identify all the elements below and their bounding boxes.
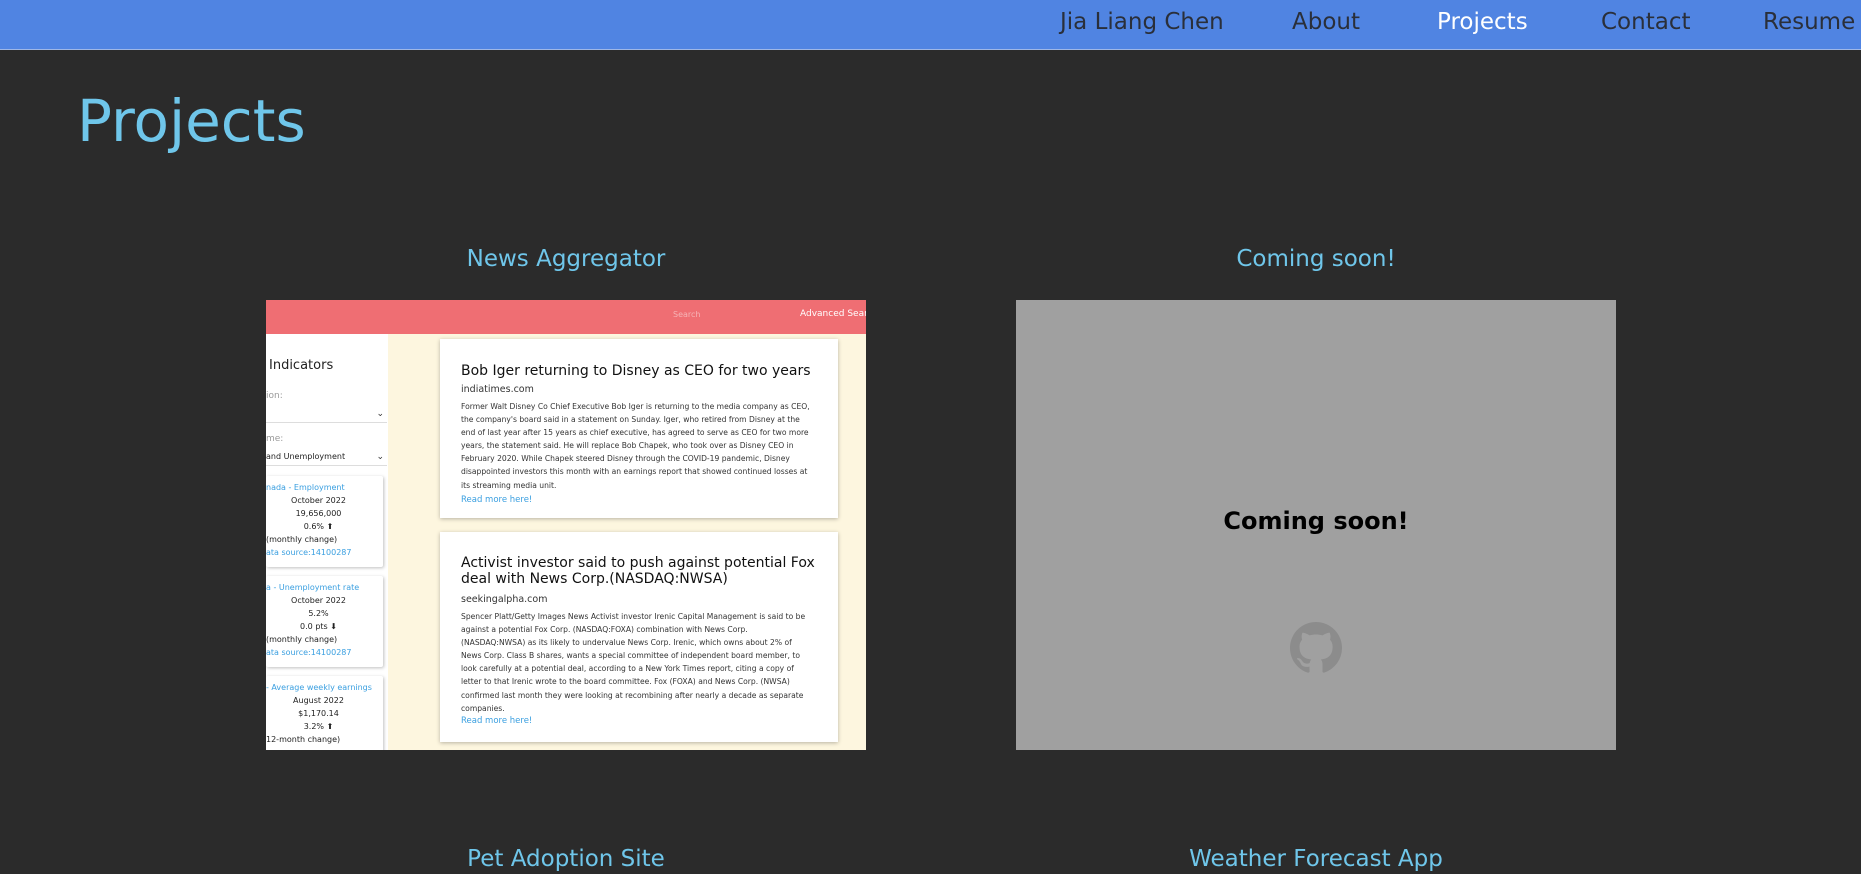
project-title-weather-forecast[interactable]: Weather Forecast App: [1016, 845, 1616, 873]
indicator-source: ata source:14100287: [266, 548, 352, 557]
nav-item-resume[interactable]: Resume: [1763, 8, 1855, 36]
article-source: indiatimes.com: [461, 384, 534, 395]
project-title-news-aggregator[interactable]: News Aggregator: [266, 245, 866, 273]
article-read-more-link: Read more here!: [461, 716, 533, 726]
article-line: (NASDAQ:NWSA) as its likely to undervalu…: [461, 638, 792, 648]
indicator-date: August 2022: [293, 696, 344, 705]
nav-item-home[interactable]: Jia Liang Chen: [1060, 8, 1224, 36]
article-source: seekingalpha.com: [461, 594, 548, 605]
nav-item-contact[interactable]: Contact: [1601, 8, 1690, 36]
indicator-change-note: (monthly change): [266, 535, 338, 544]
indicator-value: 5.2%: [308, 609, 329, 618]
article-line: its streaming media unit.: [461, 480, 557, 490]
page-title: Projects: [77, 87, 306, 155]
article-line: companies.: [461, 703, 505, 713]
preview-theme-select: and Unemployment ⌄: [266, 448, 387, 466]
article-line: Former Walt Disney Co Chief Executive Bo…: [461, 402, 810, 411]
preview-indicator-card: - Average weekly earnings August 2022 $1…: [266, 676, 383, 750]
article-line: against a potential Fox Corp. (NASDAQ:FO…: [461, 625, 748, 635]
preview-theme-label: me:: [266, 434, 284, 444]
github-icon[interactable]: [1290, 622, 1342, 674]
indicator-date: October 2022: [291, 596, 346, 605]
news-aggregator-preview[interactable]: Search Advanced Search Indicators ion: ⌄…: [266, 300, 866, 750]
indicator-value: 19,656,000: [295, 509, 342, 518]
article-summary: Spencer Platt/Getty Images News Activist…: [461, 610, 823, 715]
preview-indicator-card: a - Unemployment rate October 2022 5.2% …: [266, 576, 383, 667]
coming-soon-text: Coming soon!: [1223, 507, 1409, 535]
preview-search-placeholder: Search: [673, 310, 701, 319]
article-title: Bob Iger returning to Disney as CEO for …: [461, 363, 811, 379]
article-line: look carefully at a potential deal, acco…: [461, 664, 794, 674]
article-line: February 2020. While Chapek steered Disn…: [461, 454, 790, 464]
chevron-down-icon: ⌄: [376, 409, 384, 419]
indicator-change-note: 12-month change): [266, 735, 341, 744]
indicator-value: $1,170.14: [298, 709, 339, 718]
preview-advanced-search: Advanced Search: [800, 309, 866, 319]
indicator-name: - Average weekly earnings: [266, 683, 372, 692]
preview-theme-value: and Unemployment: [266, 452, 346, 461]
coming-soon-card[interactable]: Coming soon!: [1016, 300, 1616, 750]
indicator-change: 0.6% ⬆: [303, 522, 334, 531]
article-line: confirmed last month they were looking a…: [461, 690, 804, 700]
indicator-source: ata source:14100287: [266, 648, 352, 657]
article-line: the company's board said in a statement …: [461, 415, 800, 425]
indicator-name: a - Unemployment rate: [266, 583, 360, 592]
preview-article-card: Activist investor said to push against p…: [440, 532, 838, 742]
preview-sidebar-title: Indicators: [269, 358, 334, 373]
article-line: years, the statement said. He will repla…: [461, 441, 794, 451]
nav-item-projects[interactable]: Projects: [1437, 8, 1528, 36]
indicator-change: 0.0 pts ⬇: [300, 622, 337, 631]
indicator-change: 3.2% ⬆: [303, 722, 334, 731]
article-line: Spencer Platt/Getty Images News Activist…: [461, 612, 806, 621]
preview-sidebar: Indicators ion: ⌄ me: and Unemployment ⌄…: [266, 334, 388, 750]
article-line: disappointed investors this month with a…: [461, 467, 808, 477]
indicator-date: October 2022: [291, 496, 346, 505]
article-read-more-link: Read more here!: [461, 495, 533, 505]
nav-item-about[interactable]: About: [1292, 8, 1360, 36]
top-navbar: Jia Liang Chen About Projects Contact Re…: [0, 0, 1861, 50]
article-line: end of last year after 15 years as chief…: [461, 428, 809, 438]
article-title: Activist investor said to push against p…: [461, 555, 815, 587]
project-title-pet-adoption[interactable]: Pet Adoption Site: [266, 845, 866, 873]
preview-indicator-card: nada - Employment October 2022 19,656,00…: [266, 476, 383, 567]
indicator-name: nada - Employment: [266, 483, 345, 492]
preview-header: Search Advanced Search: [266, 300, 866, 334]
project-title-coming-soon[interactable]: Coming soon!: [1016, 245, 1616, 273]
indicator-change-note: (monthly change): [266, 635, 338, 644]
preview-region-label: ion:: [266, 391, 283, 401]
article-summary: Former Walt Disney Co Chief Executive Bo…: [461, 400, 823, 492]
preview-region-select: ⌄: [266, 405, 387, 423]
article-line: News Corp. Class B shares, wants a speci…: [461, 651, 800, 661]
preview-article-card: Bob Iger returning to Disney as CEO for …: [440, 339, 838, 518]
chevron-down-icon: ⌄: [376, 452, 384, 462]
article-line: letter to that Irenic wrote to the board…: [461, 677, 790, 687]
